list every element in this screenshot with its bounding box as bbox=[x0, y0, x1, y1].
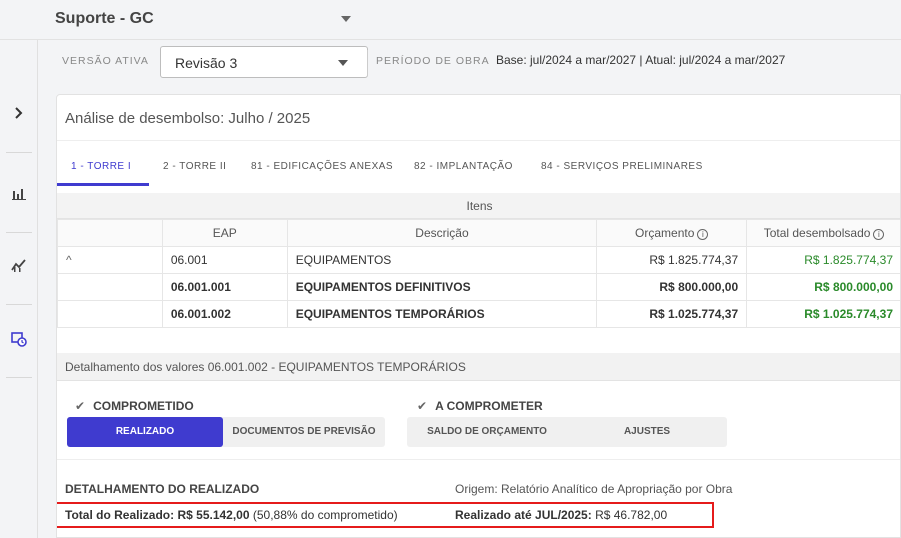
tab-torre-ii[interactable]: 2 - TORRE II bbox=[163, 161, 226, 172]
divider bbox=[57, 140, 900, 141]
app-dropdown-chevron-icon[interactable] bbox=[341, 16, 351, 22]
realizado-title: DETALHAMENTO DO REALIZADO bbox=[65, 482, 260, 496]
check-circle-icon: ✔ bbox=[417, 399, 428, 413]
ajustes-button[interactable]: AJUSTES bbox=[567, 417, 727, 447]
table-row[interactable]: 06.001.001 EQUIPAMENTOS DEFINITIVOS R$ 8… bbox=[57, 273, 900, 301]
main-area: VERSÃO ATIVA Revisão 3 PERÍODO DE OBRA B… bbox=[38, 40, 901, 538]
info-icon[interactable]: i bbox=[697, 229, 709, 240]
ate-label: Realizado até JUL/2025: bbox=[455, 508, 592, 522]
analysis-card: Análise de desembolso: Julho / 2025 1 - … bbox=[56, 94, 901, 538]
rail-divider bbox=[6, 304, 32, 305]
a-comprometer-segmented: SALDO DE ORÇAMENTO AJUSTES bbox=[407, 417, 727, 447]
items-table: EAP Descrição Orçamento i Total desembols… bbox=[57, 219, 900, 328]
info-icon[interactable]: i bbox=[873, 229, 885, 240]
comprometido-segmented: REALIZADO DOCUMENTOS DE PREVISÃO bbox=[67, 417, 385, 447]
table-header-row: EAP Descrição Orçamento i Total desembols… bbox=[57, 219, 900, 247]
bar-chart-icon[interactable] bbox=[8, 183, 30, 205]
finance-chart-icon[interactable] bbox=[8, 328, 30, 350]
col-descricao: Descrição bbox=[286, 219, 598, 247]
tab-edificacoes-anexas[interactable]: 81 - EDIFICAÇÕES ANEXAS bbox=[251, 161, 393, 172]
tab-servicos-preliminares[interactable]: 84 - SERVIÇOS PRELIMINARES bbox=[541, 161, 703, 172]
row-orcamento: R$ 1.025.774,37 bbox=[596, 300, 748, 328]
items-header: Itens bbox=[57, 193, 900, 219]
row-orcamento: R$ 1.825.774,37 bbox=[596, 246, 748, 274]
versao-label: VERSÃO ATIVA bbox=[62, 55, 149, 67]
col-orcamento: Orçamento i bbox=[596, 219, 748, 247]
divider bbox=[57, 459, 900, 460]
tab-torre-i[interactable]: 1 - TORRE I bbox=[71, 161, 131, 172]
total-pct: (50,88% do comprometido) bbox=[252, 508, 398, 522]
row-toggle bbox=[57, 300, 163, 328]
documentos-previsao-button[interactable]: DOCUMENTOS DE PREVISÃO bbox=[223, 417, 385, 447]
realizado-button[interactable]: REALIZADO bbox=[67, 417, 223, 447]
total-label: Total do Realizado: bbox=[65, 508, 175, 522]
col-eap: EAP bbox=[161, 219, 288, 247]
periodo-value: Base: jul/2024 a mar/2027 | Atual: jul/2… bbox=[496, 53, 786, 67]
tab-bar: 1 - TORRE I 2 - TORRE II 81 - EDIFICAÇÕE… bbox=[57, 155, 900, 187]
versao-select[interactable]: Revisão 3 bbox=[160, 46, 368, 78]
top-bar: Suporte - GC bbox=[0, 0, 901, 40]
rail-divider bbox=[6, 377, 32, 378]
detail-panel: Detalhamento dos valores 06.001.002 - EQ… bbox=[57, 353, 900, 537]
origem-text: Origem: Relatório Analítico de Apropriaç… bbox=[455, 482, 733, 496]
row-eap: 06.001.001 bbox=[161, 273, 288, 301]
row-total: R$ 1.025.774,37 bbox=[746, 300, 900, 328]
row-orcamento: R$ 800.000,00 bbox=[596, 273, 748, 301]
version-bar: VERSÃO ATIVA Revisão 3 PERÍODO DE OBRA B… bbox=[38, 40, 901, 86]
line-chart-icon[interactable] bbox=[8, 254, 30, 276]
rail-divider bbox=[6, 152, 32, 153]
row-descricao: EQUIPAMENTOS TEMPORÁRIOS bbox=[286, 300, 598, 328]
row-toggle bbox=[57, 273, 163, 301]
total-value: R$ 55.142,00 bbox=[177, 508, 250, 522]
row-total: R$ 800.000,00 bbox=[746, 273, 900, 301]
tab-implantacao[interactable]: 82 - IMPLANTAÇÃO bbox=[414, 161, 513, 172]
table-row[interactable]: 06.001.002 EQUIPAMENTOS TEMPORÁRIOS R$ 1… bbox=[57, 300, 900, 328]
rail-divider bbox=[6, 232, 32, 233]
realizado-ate: Realizado até JUL/2025: R$ 46.782,00 bbox=[455, 508, 667, 522]
row-total: R$ 1.825.774,37 bbox=[746, 246, 900, 274]
ate-value: R$ 46.782,00 bbox=[595, 508, 668, 522]
detail-header: Detalhamento dos valores 06.001.002 - EQ… bbox=[57, 353, 900, 381]
total-realizado: Total do Realizado: R$ 55.142,00 (50,88%… bbox=[65, 508, 398, 522]
check-circle-icon: ✔ bbox=[75, 399, 86, 413]
comprometido-title-text: COMPROMETIDO bbox=[93, 399, 194, 413]
a-comprometer-title-text: A COMPROMETER bbox=[435, 399, 543, 413]
comprometido-title: ✔ COMPROMETIDO bbox=[75, 399, 194, 413]
col-total-label: Total desembolsado bbox=[763, 226, 871, 240]
active-tab-indicator bbox=[57, 183, 149, 186]
collapse-toggle-icon[interactable]: ^ bbox=[57, 246, 163, 274]
card-heading: Análise de desembolso: Julho / 2025 bbox=[65, 110, 311, 127]
versao-select-value: Revisão 3 bbox=[175, 55, 238, 71]
a-comprometer-title: ✔ A COMPROMETER bbox=[417, 399, 543, 413]
divider bbox=[367, 50, 368, 76]
table-row[interactable]: ^ 06.001 EQUIPAMENTOS R$ 1.825.774,37 R$… bbox=[57, 246, 900, 274]
col-total: Total desembolsado i bbox=[746, 219, 900, 247]
row-eap: 06.001.002 bbox=[161, 300, 288, 328]
col-toggle bbox=[57, 219, 163, 247]
chevron-down-icon bbox=[338, 60, 348, 66]
left-rail bbox=[0, 40, 38, 538]
row-eap: 06.001 bbox=[161, 246, 288, 274]
row-descricao: EQUIPAMENTOS bbox=[286, 246, 598, 274]
col-orcamento-label: Orçamento bbox=[635, 226, 695, 240]
periodo-label: PERÍODO DE OBRA bbox=[376, 55, 490, 67]
app-title: Suporte - GC bbox=[55, 10, 154, 27]
saldo-orcamento-button[interactable]: SALDO DE ORÇAMENTO bbox=[407, 417, 567, 447]
row-descricao: EQUIPAMENTOS DEFINITIVOS bbox=[286, 273, 598, 301]
expand-chevron-icon[interactable] bbox=[8, 102, 30, 124]
